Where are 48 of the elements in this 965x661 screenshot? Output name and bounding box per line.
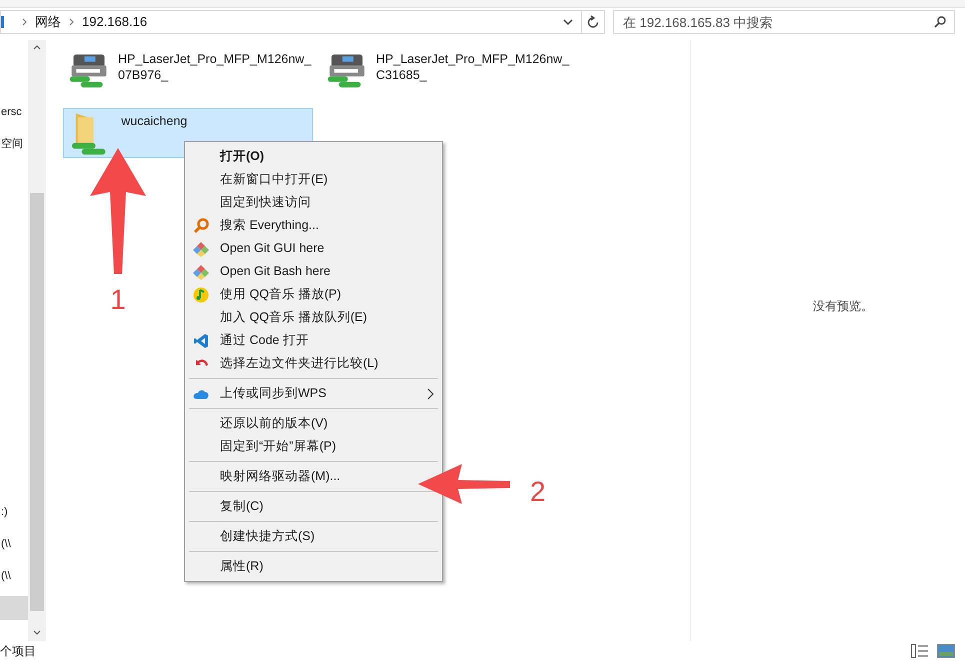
menu-item[interactable]: 映射网络驱动器(M)...: [220, 467, 340, 486]
menu-item[interactable]: 还原以前的版本(V): [220, 414, 328, 433]
menu-item[interactable]: 固定到“开始”屏幕(P): [220, 437, 336, 456]
status-text: 个项目: [0, 643, 36, 660]
location-icon: [1, 16, 4, 28]
scrollbar-thumb[interactable]: [30, 193, 44, 611]
chevron-icon: [22, 18, 27, 26]
menu-item[interactable]: 搜索 Everything...: [220, 216, 319, 235]
details-view-icon[interactable]: [911, 644, 929, 658]
chevron-icon: [69, 18, 74, 26]
menu-item[interactable]: 属性(R): [220, 557, 264, 576]
menu-item[interactable]: Open Git Bash here: [220, 262, 330, 281]
menu-item[interactable]: 使用 QQ音乐 播放(P): [220, 285, 342, 304]
code-editor-icon: [193, 332, 209, 348]
search-icon: [934, 16, 946, 28]
search-field[interactable]: 在 192.168.165.83 中搜索: [613, 10, 955, 34]
magnifier-icon: [193, 218, 209, 234]
refresh-icon[interactable]: [587, 15, 599, 29]
git-diamond-icon: [193, 240, 209, 256]
thumbnail-view-icon[interactable]: [937, 644, 955, 658]
scroll-down-icon[interactable]: [32, 630, 41, 635]
annotation-number: 2: [530, 478, 546, 506]
printer-item[interactable]: HP_LaserJet_Pro_MFP_M126nw_ C31685_: [321, 46, 571, 96]
scroll-up-icon[interactable]: [32, 45, 41, 50]
nav-item[interactable]: :): [0, 500, 28, 524]
nav-item[interactable]: (\\: [0, 564, 28, 588]
nav-item[interactable]: ersc: [0, 100, 28, 124]
address-bar[interactable]: 网络 192.168.16: [0, 10, 605, 34]
nav-item[interactable]: 空间: [0, 132, 28, 156]
menu-item[interactable]: 通过 Code 打开: [220, 331, 309, 350]
printer-item[interactable]: HP_LaserJet_Pro_MFP_M126nw_ 07B976_: [63, 46, 313, 96]
breadcrumb[interactable]: 网络: [35, 12, 61, 32]
nav-item[interactable]: (\\: [0, 532, 28, 556]
git-diamond-icon: [193, 264, 209, 280]
breadcrumb[interactable]: 192.168.16: [82, 12, 148, 32]
menu-item[interactable]: 选择左边文件夹进行比较(L): [220, 354, 378, 373]
menu-item[interactable]: 上传或同步到WPS: [220, 384, 326, 403]
scrollbar[interactable]: [28, 40, 45, 641]
menu-item[interactable]: 复制(C): [220, 497, 264, 516]
dropdown-caret-icon[interactable]: [563, 18, 573, 26]
annotation-number: 1: [110, 286, 126, 314]
music-note-icon: [193, 286, 209, 302]
menu-item[interactable]: Open Git GUI here: [220, 239, 324, 258]
preview-message: 没有预览。: [812, 298, 873, 314]
menu-item[interactable]: 在新窗口中打开(E): [220, 170, 328, 189]
menu-item[interactable]: 加入 QQ音乐 播放队列(E): [220, 308, 368, 327]
menu-item[interactable]: 创建快捷方式(S): [220, 527, 315, 546]
menu-item[interactable]: 固定到快速访问: [220, 193, 311, 212]
